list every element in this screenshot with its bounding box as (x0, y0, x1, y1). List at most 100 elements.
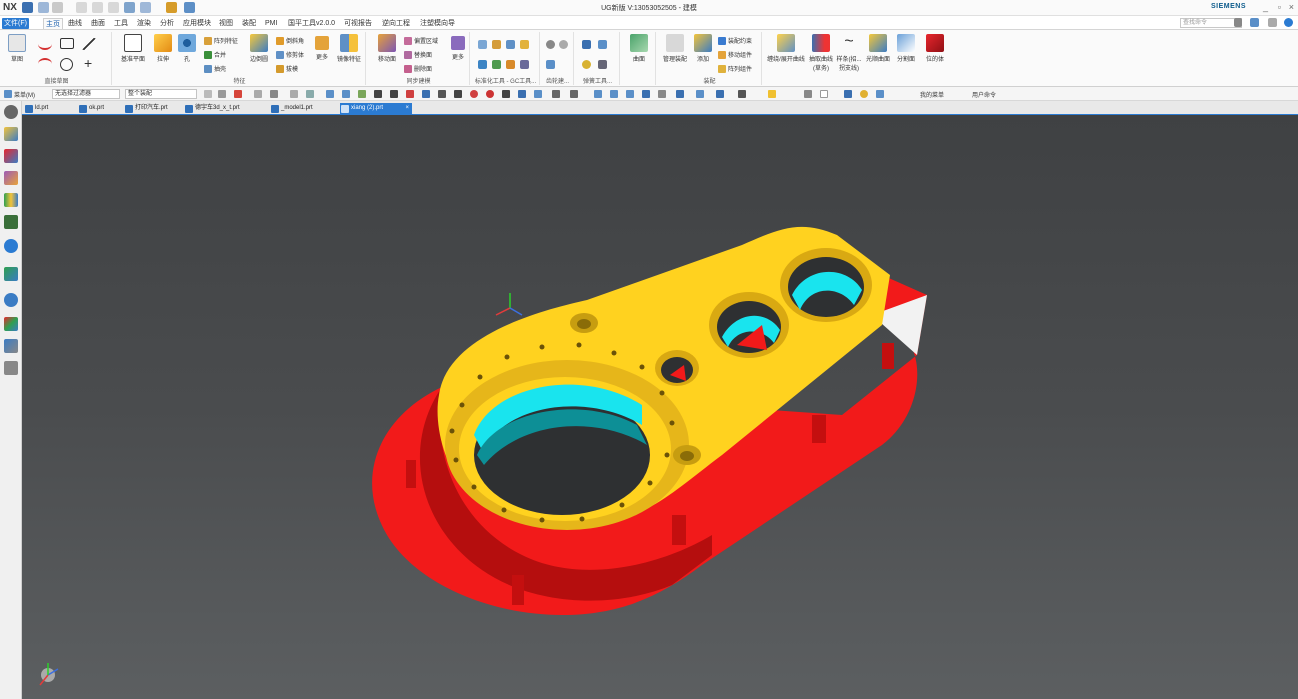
help-icon[interactable] (1284, 18, 1293, 27)
assembly-nav-icon[interactable] (4, 171, 18, 185)
gear-icon[interactable] (546, 40, 555, 49)
surface-button[interactable]: 曲面 (628, 34, 650, 63)
extract-curve-button[interactable]: 抽取曲线(草务) (808, 34, 834, 72)
menu-button[interactable]: 菜单(M) (14, 90, 35, 99)
trim-body-button[interactable]: 修剪体 (276, 50, 304, 60)
select-tool-icon[interactable] (204, 90, 212, 98)
gc-tool-7-icon[interactable] (506, 60, 515, 69)
gc-tool-8-icon[interactable] (520, 60, 529, 69)
snap-mid-icon[interactable] (390, 90, 398, 98)
arc-icon[interactable] (38, 58, 52, 70)
line-icon[interactable] (82, 38, 96, 50)
selection-6-icon[interactable] (342, 90, 350, 98)
type-filter-select[interactable]: 无选择过滤器 (52, 89, 120, 99)
tab-analysis[interactable]: 分析 (158, 18, 176, 29)
view-orient-icon[interactable] (658, 90, 666, 98)
smooth-surface-button[interactable]: 光顺曲面 (864, 34, 892, 63)
snap-bounded-icon[interactable] (552, 90, 560, 98)
material-icon[interactable] (860, 90, 868, 98)
gc-tool-2-icon[interactable] (492, 40, 501, 49)
my-menu-button[interactable]: 我的菜单 (920, 90, 944, 99)
tab-pmi[interactable]: PMI (263, 18, 279, 29)
chamfer-button[interactable]: 倒斜角 (276, 36, 304, 46)
white-box-icon[interactable] (820, 90, 828, 98)
spring-3-icon[interactable] (582, 60, 591, 69)
snap-circle-icon[interactable] (470, 90, 478, 98)
settings-icon[interactable] (4, 105, 18, 119)
graphics-viewport[interactable] (22, 115, 1298, 699)
circle-icon[interactable] (60, 58, 73, 71)
move-component-button[interactable]: 移动组件 (718, 50, 752, 60)
file-tab-ld[interactable]: ld.prt (24, 103, 74, 115)
split-face-button[interactable]: 分割面 (892, 34, 920, 63)
rectangle-icon[interactable] (60, 38, 74, 49)
render-style-icon[interactable] (676, 90, 684, 98)
more-sync-button[interactable]: 更多 (448, 36, 468, 61)
pattern-feature-button[interactable]: 阵列特征 (204, 36, 238, 46)
system-material-icon[interactable] (4, 361, 18, 375)
render-button[interactable]: 位的体 (920, 34, 950, 63)
hd3d-icon[interactable] (4, 215, 18, 229)
file-tab-car[interactable]: 打印汽车.prt (124, 103, 180, 115)
gear-3-icon[interactable] (546, 60, 555, 69)
file-tab-deyu[interactable]: 德宇车3d_x_t.prt (184, 103, 266, 115)
light-icon[interactable] (844, 90, 852, 98)
snap-end-icon[interactable] (374, 90, 382, 98)
snap-on-face-icon[interactable] (534, 90, 542, 98)
add-component-button[interactable]: 添加 (692, 34, 714, 63)
view-section-icon[interactable] (738, 90, 746, 98)
point-icon[interactable]: + (84, 56, 98, 70)
selection-4-icon[interactable] (306, 90, 314, 98)
file-tab-ok[interactable]: ok.prt (78, 103, 122, 115)
zoom-icon[interactable] (610, 90, 618, 98)
unite-button[interactable]: 合并 (204, 50, 226, 60)
tab-curve[interactable]: 曲线 (66, 18, 84, 29)
tab-applications[interactable]: 应用模块 (181, 18, 213, 29)
more-feature-button[interactable]: 更多 (312, 36, 332, 61)
snap-existing-icon[interactable] (502, 90, 510, 98)
snap-2-icon[interactable] (570, 90, 578, 98)
extrude-button[interactable]: 拉伸 (150, 34, 176, 63)
profile-icon[interactable] (38, 38, 52, 50)
menu-icon[interactable] (4, 90, 12, 98)
shell-button[interactable]: 抽壳 (204, 64, 226, 74)
user-commands-button[interactable]: 用户命令 (972, 90, 996, 99)
sketch-button[interactable]: 草图 (4, 34, 30, 63)
delete-face-button[interactable]: 删除面 (404, 64, 432, 74)
info-icon[interactable] (4, 239, 18, 253)
mirror-feature-button[interactable]: 镜像特征 (334, 34, 364, 63)
selection-5-icon[interactable] (326, 90, 334, 98)
offset-region-button[interactable]: 偏置区域 (404, 36, 438, 46)
spline-button[interactable]: ~ 样条(招...拐支线) (834, 34, 864, 73)
gc-tool-4-icon[interactable] (520, 40, 529, 49)
tab-assembly[interactable]: 装配 (240, 18, 258, 29)
file-tab-xiang[interactable]: xiang (2).prt × (340, 103, 412, 115)
command-search-input[interactable]: 查找命令 (1180, 18, 1242, 28)
close-tab-icon[interactable]: × (405, 103, 409, 114)
tab-home[interactable]: 主页 (43, 18, 63, 29)
visual-icon[interactable] (876, 90, 884, 98)
gc-tool-1-icon[interactable] (478, 40, 487, 49)
shaded-icon[interactable] (716, 90, 724, 98)
roles-icon[interactable] (4, 317, 18, 331)
selection-3-icon[interactable] (290, 90, 298, 98)
hole-button[interactable]: 孔 (176, 34, 198, 63)
selection-icon[interactable] (254, 90, 262, 98)
edge-blend-button[interactable]: 边倒圆 (244, 34, 274, 63)
snap-on-curve-icon[interactable] (518, 90, 526, 98)
edge-display-icon[interactable] (696, 90, 704, 98)
process-icon[interactable] (4, 339, 18, 353)
rotate-icon[interactable] (626, 90, 634, 98)
pattern-component-button[interactable]: 阵列组件 (718, 64, 752, 74)
history-icon[interactable] (4, 293, 18, 307)
wrap-curve-button[interactable]: 缠绕/展开曲线 (764, 34, 808, 63)
gc-tool-6-icon[interactable] (492, 60, 501, 69)
move-face-button[interactable]: 移动面 (372, 34, 402, 63)
snap-icon[interactable] (234, 90, 242, 98)
file-tab-model1[interactable]: _model1.prt (270, 103, 336, 115)
snap-center-icon[interactable] (438, 90, 446, 98)
snap-quadrant-icon[interactable] (454, 90, 462, 98)
tab-tools[interactable]: 工具 (112, 18, 130, 29)
layer-icon[interactable] (768, 90, 776, 98)
display-icon[interactable] (804, 90, 812, 98)
